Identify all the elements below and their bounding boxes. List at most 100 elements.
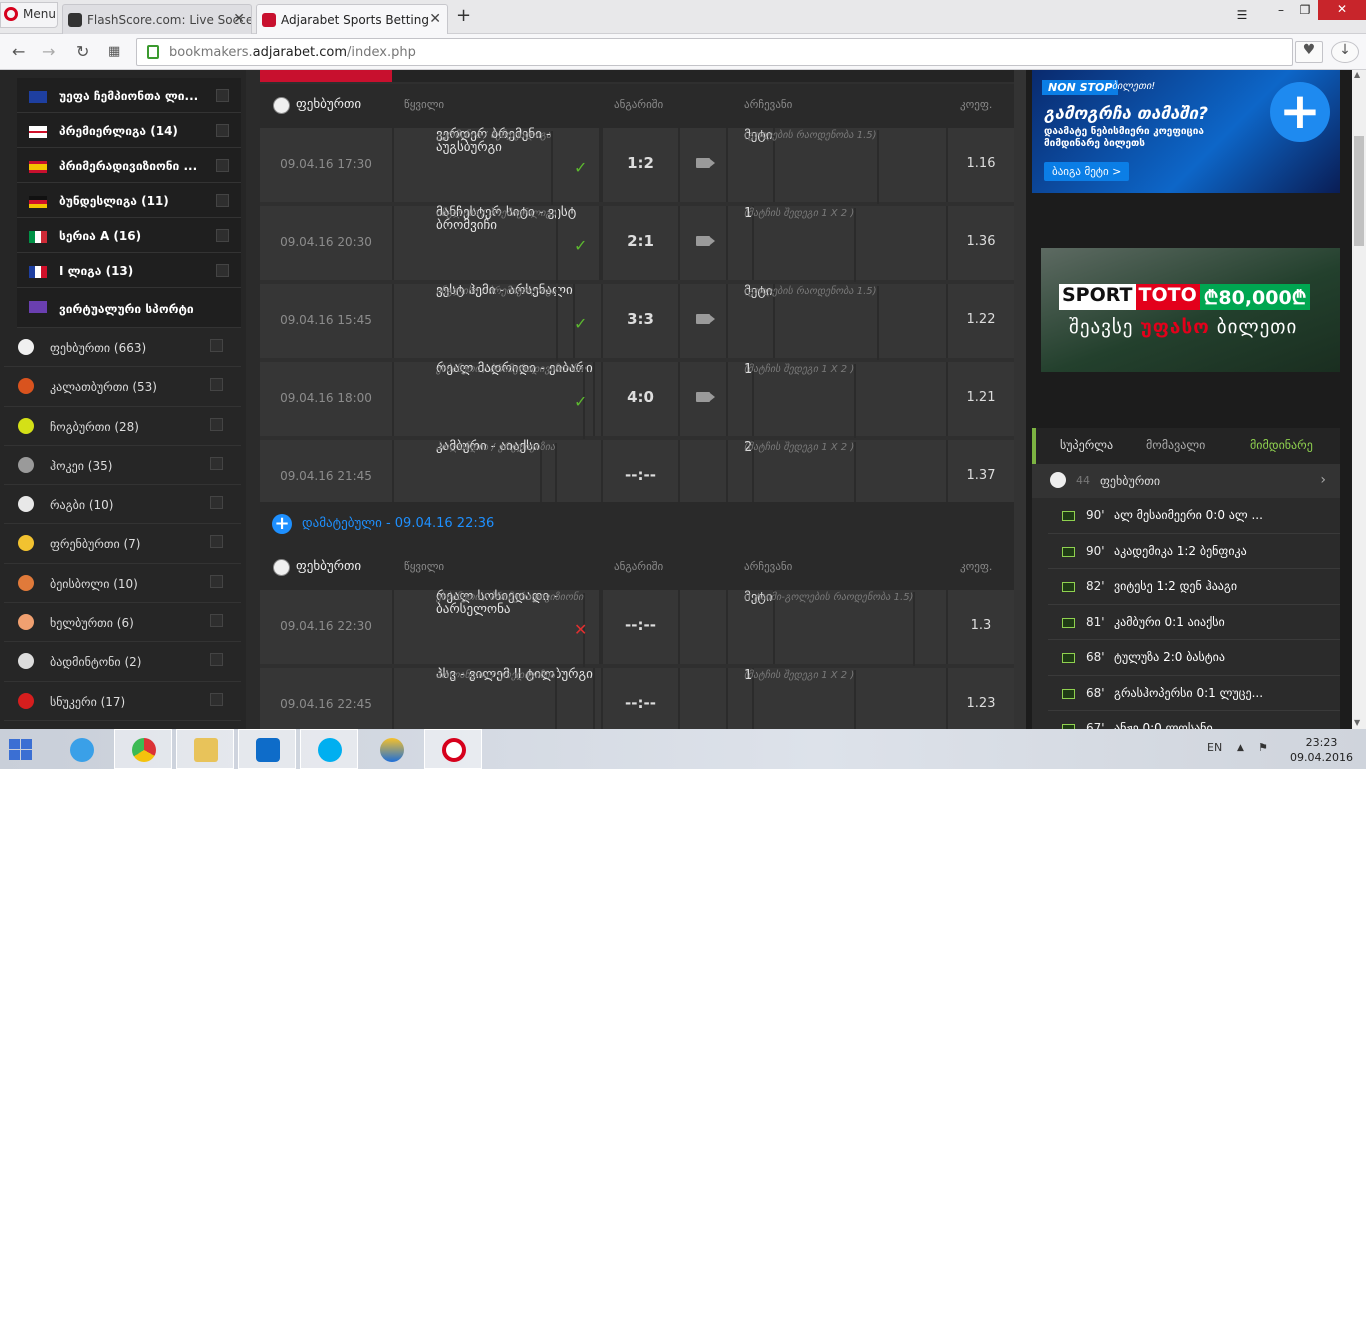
tab-live[interactable]: მიმდინარე	[1250, 438, 1313, 452]
sport-toto-ad-banner[interactable]: SPORT TOTO ₾80,000₾ შეავსე უფასო ბილეთი	[1041, 248, 1340, 372]
scroll-down-icon[interactable]: ▼	[1354, 718, 1360, 727]
sport-checkbox[interactable]	[210, 378, 223, 392]
sport-item[interactable]: რაგბი (10)	[4, 485, 241, 525]
action-center-flag-icon[interactable]: ⚑	[1258, 741, 1268, 754]
sport-checkbox[interactable]	[210, 535, 223, 549]
taskbar-explorer[interactable]	[176, 729, 234, 769]
added-bet-row[interactable]: + დამატებული - 09.04.16 22:36	[260, 502, 1014, 546]
league-item[interactable]: I ლიგა (13)	[17, 253, 241, 288]
taskbar-ie[interactable]	[52, 729, 110, 769]
close-tab-icon[interactable]: ✕	[429, 11, 441, 27]
close-tab-icon[interactable]: ✕	[233, 11, 245, 27]
video-camera-icon[interactable]	[696, 236, 715, 246]
sport-item[interactable]: სნუკერი (17)	[4, 682, 241, 721]
speed-dial-icon[interactable]: ▦	[108, 44, 120, 59]
live-game-row[interactable]: 90' აკადემიკა 1:2 ბენფიკა	[1048, 533, 1340, 569]
flashscore-favicon-icon	[68, 13, 82, 27]
video-camera-icon[interactable]	[696, 392, 715, 402]
sport-checkbox[interactable]	[210, 653, 223, 667]
league-item[interactable]: ბუნდესლიგა (11)	[17, 183, 241, 218]
chevron-right-icon[interactable]: ›	[1320, 472, 1326, 488]
sport-item[interactable]: ჩოგბურთი (28)	[4, 407, 241, 446]
slogan-b: უფასო	[1140, 316, 1210, 338]
ad-more-button[interactable]: ბაიგა მეტი >	[1044, 162, 1130, 181]
league-checkbox[interactable]	[216, 264, 229, 277]
opera-menu-button[interactable]: Menu	[0, 2, 58, 28]
live-game-row[interactable]: 82' ვიტესე 1:2 დენ ჰააგი	[1048, 569, 1340, 605]
match-row[interactable]: 09.04.16 22:30 რეალ სოსიედადი - ბარსელონ…	[260, 590, 1014, 667]
live-game-row[interactable]: 68' გრასჰოპერსი 0:1 ლუცე...	[1048, 675, 1340, 711]
new-tab-button[interactable]: +	[456, 5, 471, 26]
reload-icon[interactable]: ↻	[76, 42, 89, 61]
taskbar-app[interactable]	[362, 729, 420, 769]
nonstop-ad-banner[interactable]: NON STOP ბილეთი! გამოგრჩა თამაში? დაამატ…	[1032, 70, 1340, 193]
league-checkbox[interactable]	[216, 89, 229, 102]
league-checkbox[interactable]	[216, 229, 229, 242]
live-game-row[interactable]: 68' ტულუზა 2:0 ბასტია	[1048, 640, 1340, 676]
page-scrollbar[interactable]: ▲ ▼	[1352, 70, 1366, 729]
league-item[interactable]: ვირტუალური სპორტი	[17, 288, 241, 328]
match-row[interactable]: 09.04.16 15:45 ვესტ ჰემი - არსენალი ინგლ…	[260, 284, 1014, 361]
sport-label: ბადმინტონი (2)	[50, 655, 142, 670]
language-indicator[interactable]: EN	[1207, 741, 1222, 754]
match-row[interactable]: 09.04.16 17:30 ვერდერ ბრემენი - აუგსბურგ…	[260, 128, 1014, 205]
live-game-row[interactable]: 67' ანჟე 0:0 ლოსანი	[1048, 711, 1340, 729]
start-button[interactable]	[0, 729, 50, 769]
match-row[interactable]: 09.04.16 22:45 პსვ - ვილემ II ტილბურგი ჰ…	[260, 668, 1014, 729]
tab-upcoming[interactable]: მომავალი	[1146, 438, 1205, 452]
match-row[interactable]: 09.04.16 20:30 მანჩესტერ სიტი - ვესტ ბრო…	[260, 206, 1014, 283]
system-clock[interactable]: 23:23 09.04.2016	[1290, 735, 1353, 765]
live-game-row[interactable]: 81' კამბური 0:1 აიაქსი	[1048, 604, 1340, 640]
league-item[interactable]: პრემიერლიგა (14)	[17, 113, 241, 148]
taskbar-skype[interactable]	[300, 729, 358, 769]
tab-flashscore[interactable]: FlashScore.com: Live Socce ✕	[62, 4, 252, 34]
forward-icon[interactable]: →	[42, 42, 55, 61]
scroll-thumb[interactable]	[1354, 136, 1364, 246]
live-game-row[interactable]: 90' ალ მესაიმეერი 0:0 ალ ...	[1048, 498, 1340, 534]
sport-checkbox[interactable]	[210, 614, 223, 628]
sport-item[interactable]: ბადმინტონი (2)	[4, 642, 241, 682]
plus-icon[interactable]: +	[272, 514, 292, 534]
top-strip	[260, 70, 1014, 82]
sport-checkbox[interactable]	[210, 339, 223, 352]
taskbar-chrome[interactable]	[114, 729, 172, 769]
back-icon[interactable]: ←	[12, 42, 25, 61]
league-item[interactable]: სერია A (16)	[17, 218, 241, 253]
tab-menu-icon[interactable]: ☰	[1232, 8, 1252, 32]
league-checkbox[interactable]	[216, 124, 229, 137]
tab-adjarabet[interactable]: Adjarabet Sports Betting ✕	[256, 4, 448, 34]
league-item[interactable]: უეფა ჩემპიონთა ლი...	[17, 78, 241, 113]
scroll-up-icon[interactable]: ▲	[1354, 70, 1360, 79]
url-prefix: bookmakers.	[169, 45, 253, 60]
league-checkbox[interactable]	[216, 159, 229, 172]
video-camera-icon[interactable]	[696, 158, 715, 168]
sport-item[interactable]: ხელბურთი (6)	[4, 603, 241, 643]
sport-checkbox[interactable]	[210, 692, 223, 706]
sport-item[interactable]: ფეხბურთი (663)	[4, 328, 241, 368]
taskbar-teamviewer[interactable]	[238, 729, 296, 769]
match-row[interactable]: 09.04.16 18:00 რეალ მადრიდი - ეიბარი ესპ…	[260, 362, 1014, 439]
tray-chevron-up-icon[interactable]: ▲	[1237, 743, 1244, 753]
live-minute: 82'	[1086, 579, 1105, 593]
sport-item[interactable]: კალათბურთი (53)	[4, 367, 241, 407]
video-camera-icon[interactable]	[696, 314, 715, 324]
sport-item[interactable]: ფრენბურთი (7)	[4, 524, 241, 564]
league-checkbox[interactable]	[216, 194, 229, 207]
sport-checkbox[interactable]	[210, 496, 223, 510]
close-window-icon[interactable]: ✕	[1318, 0, 1366, 20]
download-icon[interactable]: ↓	[1331, 41, 1359, 63]
tab-super[interactable]: სუპერლა	[1060, 438, 1113, 452]
url-input[interactable]: bookmakers.adjarabet.com/index.php	[136, 38, 1293, 66]
sport-checkbox[interactable]	[210, 574, 223, 588]
sport-checkbox[interactable]	[210, 417, 223, 431]
live-sport-header[interactable]: 44 ფეხბურთი ›	[1032, 464, 1340, 498]
live-tv-icon	[1062, 582, 1075, 592]
minimize-icon[interactable]: –	[1272, 3, 1290, 27]
taskbar-opera[interactable]	[424, 729, 482, 769]
bookmark-heart-icon[interactable]: ♥	[1295, 41, 1323, 63]
restore-icon[interactable]: ❐	[1296, 3, 1314, 27]
league-item[interactable]: პრიმერადივიზიონი ...	[17, 148, 241, 183]
sport-checkbox[interactable]	[210, 456, 223, 470]
sport-item[interactable]: ჰოკეი (35)	[4, 446, 241, 486]
sport-item[interactable]: ბეისბოლი (10)	[4, 564, 241, 604]
